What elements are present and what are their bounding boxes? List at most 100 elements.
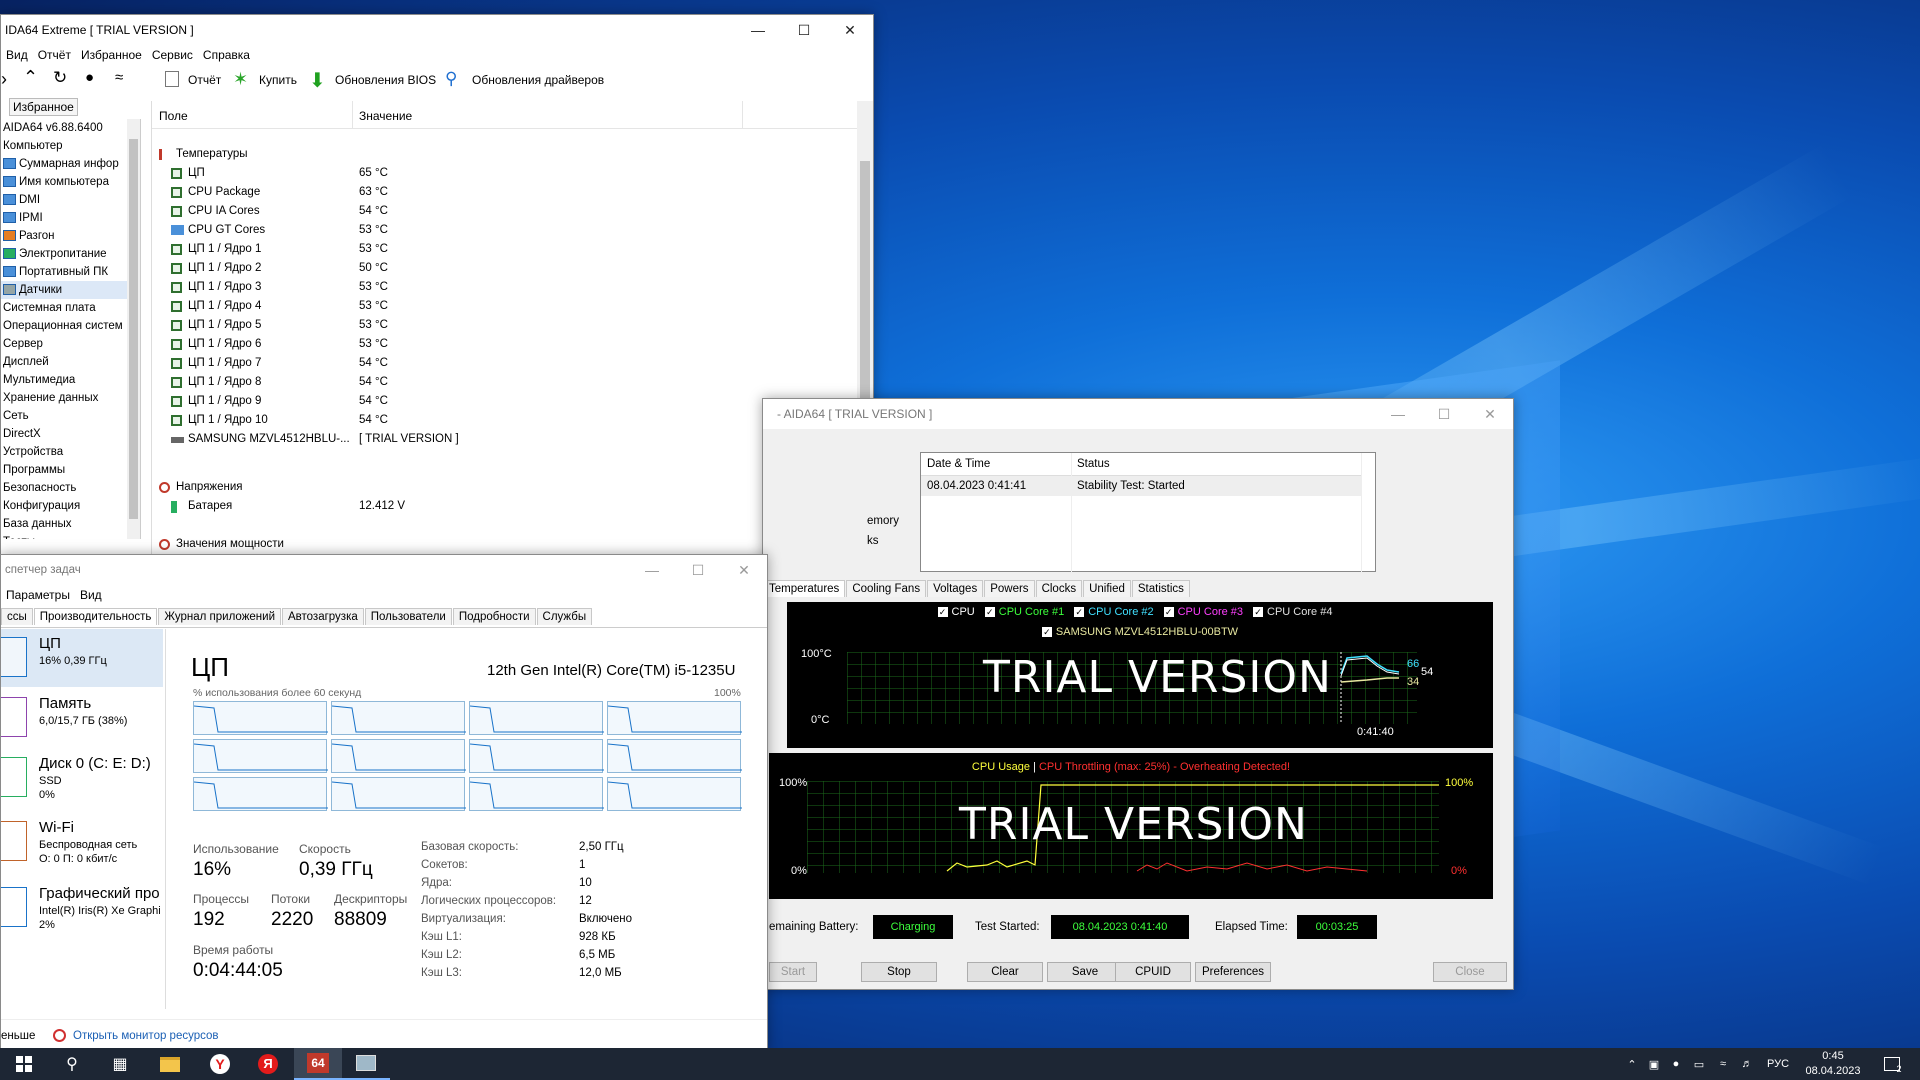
notification-center[interactable]: 2 [1876,1048,1910,1080]
task-manager-icon[interactable] [342,1048,390,1080]
task-view-icon[interactable]: ▦ [96,1048,144,1080]
sensor-row[interactable]: ЦП 1 / Ядро 2 50 °C [152,259,852,278]
column-header-status[interactable]: Status [1077,458,1110,470]
tab-item[interactable]: Пользователи [364,608,452,625]
menu-favorites[interactable]: Избранное [76,48,147,62]
chart-icon[interactable]: ≈ [115,69,123,86]
tab-performance[interactable]: Производительность [33,608,158,625]
tree-item[interactable]: Разгон [1,227,140,245]
yandex-browser-icon[interactable]: Y [196,1048,244,1080]
tree-item[interactable]: Системная плата [1,299,140,317]
tab-item[interactable]: Службы [536,608,593,625]
show-hidden-icons[interactable]: ⌃ [1622,1048,1642,1080]
menu-view[interactable]: Вид [75,588,107,602]
language-indicator[interactable]: РУС [1762,1048,1794,1080]
sensor-row[interactable]: ЦП 1 / Ядро 10 54 °C [152,411,852,430]
wifi-icon[interactable]: ≈ [1712,1048,1734,1080]
menu-options[interactable]: Параметры [1,588,75,602]
close-dialog-button[interactable]: Close [1433,962,1507,982]
tree-item[interactable]: Устройства [1,443,140,461]
close-button[interactable]: ✕ [1467,399,1513,429]
legend-checkbox[interactable]: ✓ [1163,607,1174,618]
group-temperatures[interactable]: Температуры [152,145,852,164]
sensor-row[interactable]: ЦП 1 / Ядро 9 54 °C [152,392,852,411]
group-power[interactable]: Значения мощности [152,535,852,554]
column-header-datetime[interactable]: Date & Time [927,458,990,470]
stop-button[interactable]: Stop [861,962,937,982]
tree-item[interactable]: Сервер [1,335,140,353]
sensor-row[interactable]: ЦП 1 / Ядро 3 53 °C [152,278,852,297]
microphone-icon[interactable]: ● [1666,1048,1686,1080]
tree-item[interactable]: Безопасность [1,479,140,497]
tree-item[interactable]: Имя компьютера [1,173,140,191]
tree-item[interactable]: Хранение данных [1,389,140,407]
tree-item[interactable]: IPMI [1,209,140,227]
up-icon[interactable]: ⌃ [23,67,38,88]
graph-tab[interactable]: Temperatures [763,580,846,597]
column-header-value[interactable]: Значение [359,109,412,123]
bios-update-button[interactable]: Обновления BIOS [335,73,436,87]
legend-item[interactable]: ✓ CPU Core #2 [1074,606,1154,618]
tree-item[interactable]: Мультимедиа [1,371,140,389]
sensor-row[interactable]: ЦП 1 / Ядро 7 54 °C [152,354,852,373]
menu-service[interactable]: Сервис [147,48,198,62]
sensor-row[interactable]: CPU IA Cores 54 °C [152,202,852,221]
sensor-row[interactable]: ЦП 1 / Ядро 8 54 °C [152,373,852,392]
legend-item[interactable]: ✓ CPU Core #4 [1253,606,1332,618]
buy-button[interactable]: Купить [259,73,297,87]
start-button[interactable] [0,1048,48,1080]
sensor-row[interactable]: ЦП 1 / Ядро 4 53 °C [152,297,852,316]
maximize-button[interactable]: ☐ [1421,399,1467,429]
graph-tab[interactable]: Cooling Fans [846,580,927,597]
sensor-row[interactable]: ЦП 1 / Ядро 1 53 °C [152,240,852,259]
legend-checkbox[interactable]: ✓ [937,607,948,618]
menu-help[interactable]: Справка [198,48,255,62]
tree-item[interactable]: Дисплей [1,353,140,371]
sensor-row[interactable]: ЦП 1 / Ядро 6 53 °C [152,335,852,354]
tree-item[interactable]: Программы [1,461,140,479]
tree-item[interactable]: Электропитание [1,245,140,263]
tab-item[interactable]: Подробности [452,608,536,625]
volume-icon[interactable]: ♬ [1736,1048,1758,1080]
sidebar-item[interactable]: Графический про Intel(R) Iris(R) Xe Graph… [1,879,163,937]
legend-checkbox[interactable]: ✓ [984,607,995,618]
report-button[interactable]: Отчёт [188,73,221,87]
tree-item[interactable]: Конфигурация [1,497,140,515]
search-icon[interactable]: ⚲ [48,1048,96,1080]
maximize-button[interactable]: ☐ [781,15,827,45]
close-button[interactable]: ✕ [721,555,767,585]
legend-item[interactable]: ✓ CPU Core #3 [1163,606,1243,618]
tree-item[interactable]: AIDA64 v6.88.6400 [1,119,140,137]
tree-item[interactable]: Компьютер [1,137,140,155]
log-row[interactable]: 08.04.2023 0:41:41 Stability Test: Start… [921,476,1361,496]
sidebar-item[interactable]: Память 6,0/15,7 ГБ (38%) [1,689,163,747]
tab-item[interactable]: ссы [1,608,33,625]
clock[interactable]: 0:45 08.04.2023 [1800,1048,1866,1080]
refresh-icon[interactable]: ↻ [53,68,67,88]
tree-item[interactable]: DirectX [1,425,140,443]
sensor-row[interactable]: Батарея 12.412 V [152,497,852,516]
sidebar-item[interactable]: Диск 0 (C: E: D:) SSD 0% [1,749,163,807]
column-header-field[interactable]: Поле [159,109,188,123]
driver-update-button[interactable]: Обновления драйверов [472,73,604,87]
minimize-button[interactable]: — [735,15,781,45]
save-button[interactable]: Save [1047,962,1123,982]
close-button[interactable]: ✕ [827,15,873,45]
open-resource-monitor-link[interactable]: Открыть монитор ресурсов [73,1030,219,1042]
minimize-button[interactable]: — [629,555,675,585]
minimize-button[interactable]: — [1375,399,1421,429]
file-explorer-icon[interactable] [146,1048,194,1080]
graph-tab[interactable]: Statistics [1131,580,1190,597]
tab-item[interactable]: Журнал приложений [158,608,281,625]
maximize-button[interactable]: ☐ [675,555,721,585]
tree-item[interactable]: DMI [1,191,140,209]
graph-tab[interactable]: Voltages [927,580,984,597]
tree-item[interactable]: База данных [1,515,140,533]
group-voltages[interactable]: Напряжения [152,478,852,497]
aida64-icon[interactable]: 64 [294,1048,342,1080]
battery-icon[interactable]: ▭ [1688,1048,1710,1080]
legend-item-ssd[interactable]: ✓ SAMSUNG MZVL4512HBLU-00BTW [787,626,1493,638]
clear-button[interactable]: Clear [967,962,1043,982]
tree-item[interactable]: Датчики [1,281,140,299]
favorites-tab[interactable]: Избранное [9,98,78,116]
